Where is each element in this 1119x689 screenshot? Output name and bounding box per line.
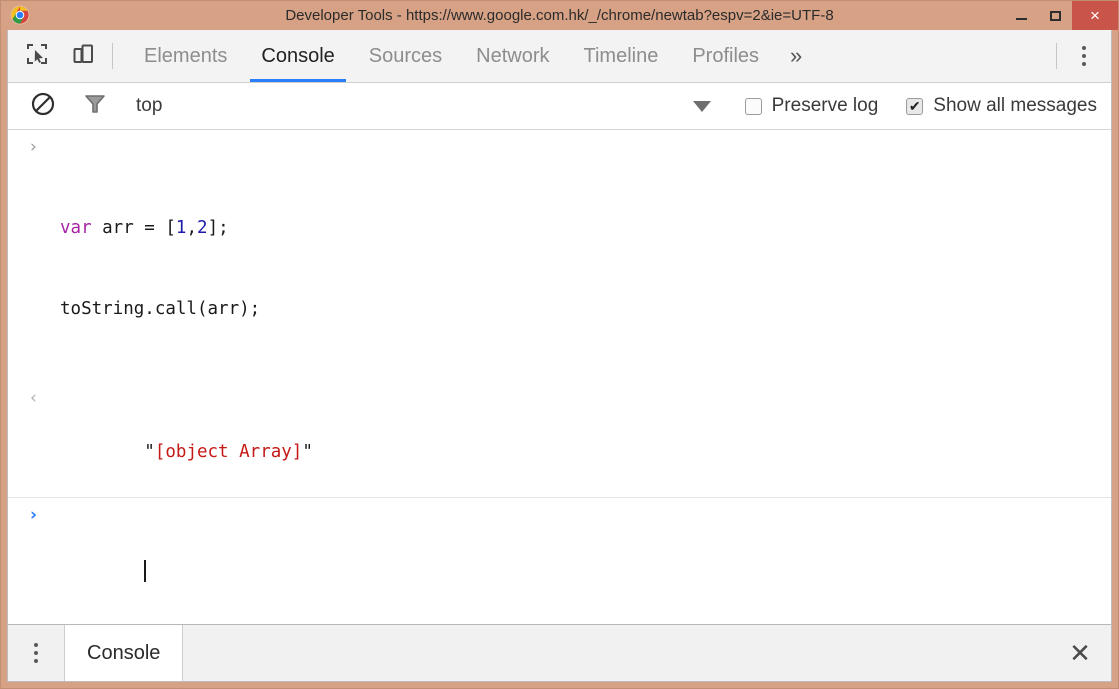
bracket-token: ] bbox=[207, 218, 219, 238]
console-input-line-2: toString.call(arr); bbox=[60, 299, 261, 319]
inspect-element-icon bbox=[25, 42, 49, 71]
tab-profiles[interactable]: Profiles bbox=[675, 30, 776, 82]
tabstrip-right-group bbox=[1042, 30, 1111, 82]
panel-tabs: Elements Console Sources Network Timelin… bbox=[127, 30, 812, 82]
drawer-menu-button[interactable] bbox=[8, 625, 64, 681]
tab-label: Sources bbox=[368, 44, 443, 67]
keyword-token: var bbox=[60, 218, 92, 238]
tab-label: Profiles bbox=[692, 44, 760, 67]
close-icon: ✕ bbox=[1069, 637, 1091, 668]
devtools-panel: Elements Console Sources Network Timelin… bbox=[7, 30, 1112, 682]
inspect-element-button[interactable] bbox=[22, 41, 52, 71]
tabstrip-right-divider bbox=[1056, 43, 1057, 69]
tab-label: Console bbox=[261, 44, 335, 67]
maximize-icon bbox=[1049, 10, 1061, 21]
semicolon-token: ; bbox=[218, 218, 229, 238]
device-toolbar-icon bbox=[71, 42, 95, 71]
preserve-log-label[interactable]: Preserve log bbox=[772, 95, 879, 117]
tab-overflow-button[interactable]: » bbox=[776, 30, 812, 82]
chevron-double-right-icon: » bbox=[790, 43, 803, 68]
show-all-messages-label[interactable]: Show all messages bbox=[933, 95, 1097, 117]
number-token: 2 bbox=[197, 218, 208, 238]
tab-timeline[interactable]: Timeline bbox=[567, 30, 676, 82]
tab-console[interactable]: Console bbox=[244, 30, 351, 82]
input-marker-icon: › bbox=[30, 137, 37, 157]
drawer-tab-console[interactable]: Console bbox=[64, 625, 184, 681]
devtools-tabstrip: Elements Console Sources Network Timelin… bbox=[8, 30, 1111, 83]
console-input-entry: › var arr = [1,2]; toString.call(arr); bbox=[8, 130, 1111, 381]
drawer-close-button[interactable]: ✕ bbox=[1049, 625, 1111, 681]
check-icon: ✔ bbox=[908, 98, 921, 114]
tab-elements[interactable]: Elements bbox=[127, 30, 244, 82]
show-all-messages-checkbox[interactable]: ✔ bbox=[906, 97, 924, 115]
output-marker-icon: ‹ bbox=[30, 388, 37, 408]
execution-context-selector[interactable]: top bbox=[136, 95, 162, 117]
preserve-log-checkbox[interactable] bbox=[744, 97, 762, 115]
tab-label: Elements bbox=[144, 44, 228, 67]
more-vertical-icon-dot bbox=[34, 659, 38, 663]
console-input-line-1: var arr = [1,2]; bbox=[60, 215, 1111, 242]
console-prompt-row[interactable]: › bbox=[8, 498, 1111, 618]
minimize-icon bbox=[1015, 17, 1027, 20]
chevron-down-icon[interactable] bbox=[692, 100, 711, 112]
close-window-button[interactable]: × bbox=[1072, 1, 1118, 30]
prompt-marker-icon: › bbox=[30, 505, 38, 525]
window-title: Developer Tools - https://www.google.com… bbox=[285, 7, 834, 24]
maximize-button[interactable] bbox=[1038, 1, 1072, 30]
tab-sources[interactable]: Sources bbox=[352, 30, 459, 82]
more-vertical-icon bbox=[23, 638, 49, 668]
console-output[interactable]: › var arr = [1,2]; toString.call(arr); ‹… bbox=[8, 130, 1111, 624]
tab-label: Network bbox=[476, 44, 550, 67]
device-toolbar-button[interactable] bbox=[68, 41, 98, 71]
clear-console-button[interactable] bbox=[28, 91, 58, 121]
console-options: Preserve log ✔ Show all messages bbox=[744, 95, 1097, 117]
console-drawer: Console ✕ bbox=[8, 624, 1111, 681]
number-token: 1 bbox=[175, 218, 187, 238]
quote-token: " bbox=[144, 442, 155, 462]
tab-label: Timeline bbox=[583, 44, 659, 67]
close-icon: × bbox=[1090, 6, 1100, 25]
more-vertical-icon-dot bbox=[34, 643, 38, 647]
clear-console-icon bbox=[30, 91, 56, 122]
text-cursor bbox=[144, 560, 146, 582]
comma-token: , bbox=[186, 218, 198, 238]
window-controls: × bbox=[1004, 1, 1118, 30]
toolbar-divider bbox=[112, 43, 113, 69]
devtools-main-menu-button[interactable] bbox=[1071, 41, 1097, 71]
console-toolbar: top Preserve log ✔ Show all messages bbox=[8, 83, 1111, 130]
minimize-button[interactable] bbox=[1004, 1, 1038, 30]
bracket-token: [ bbox=[165, 218, 176, 238]
filter-button[interactable] bbox=[80, 91, 110, 121]
title-bar: Developer Tools - https://www.google.com… bbox=[1, 1, 1118, 30]
more-vertical-icon-dot bbox=[1082, 54, 1086, 58]
more-vertical-icon-dot bbox=[1082, 62, 1086, 66]
result-value: [object Array] bbox=[154, 442, 303, 462]
tab-network[interactable]: Network bbox=[459, 30, 566, 82]
filter-icon bbox=[82, 91, 108, 122]
code-token: arr = bbox=[91, 218, 166, 238]
console-result-entry: ‹ "[object Array]" bbox=[8, 381, 1111, 498]
devtools-window: Developer Tools - https://www.google.com… bbox=[0, 0, 1119, 689]
more-vertical-icon-dot bbox=[34, 651, 38, 655]
tool-icon-group bbox=[8, 30, 98, 82]
quote-token: " bbox=[302, 442, 313, 462]
drawer-tab-label: Console bbox=[87, 641, 161, 664]
more-vertical-icon-dot bbox=[1082, 46, 1086, 50]
